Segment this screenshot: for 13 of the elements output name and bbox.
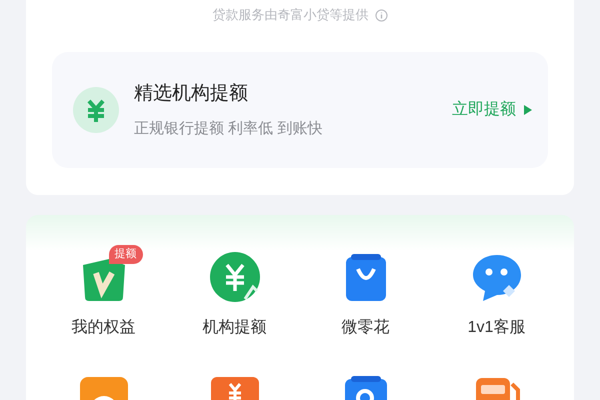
info-icon[interactable] [374, 8, 388, 22]
yuan-coin-icon [208, 251, 260, 303]
shortcut-label[interactable]: 我的权益 [72, 316, 136, 340]
shortcut-label[interactable]: 1v1客服 [468, 316, 526, 340]
chat-bubble-icon [470, 253, 522, 303]
limit-badge: 提额 [108, 245, 142, 264]
play-arrow-icon [524, 105, 532, 115]
offer-subtitle: 正规银行提额 利率低 到账快 [134, 119, 322, 139]
offer-title: 精选机构提额 [134, 82, 249, 106]
yuan-badge-icon [72, 86, 120, 134]
shortcut-label[interactable]: 机构提额 [202, 316, 266, 340]
shortcut-label[interactable]: 微零花 [342, 316, 390, 340]
provider-note: 贷款服务由奇富小贷等提供 [212, 6, 368, 24]
